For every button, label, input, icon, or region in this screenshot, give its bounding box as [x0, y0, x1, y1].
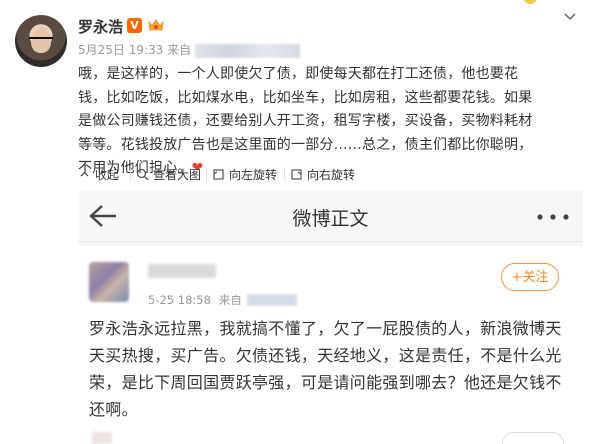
- magnifier-icon: [136, 168, 149, 181]
- card-source-label: 来自: [218, 293, 242, 307]
- avatar-glasses: [29, 37, 53, 45]
- view-large-button[interactable]: 查看大图: [136, 166, 201, 183]
- partial-button: [502, 432, 564, 444]
- post-content: 哦，是这样的，一个人即使欠了债，即使每天都在打工还债，他也要花钱，比如吃饭，比如…: [78, 63, 533, 181]
- post-text: 哦，是这样的，一个人即使欠了债，即使每天都在打工还债，他也要花钱，比如吃饭，比如…: [78, 66, 533, 176]
- blurred-username: [148, 264, 216, 278]
- collapse-icon: [80, 171, 89, 177]
- rotate-left-button[interactable]: 向左旋转: [212, 166, 277, 183]
- post-image[interactable]: 微博正文 5-25 18:58 来自 +关注 罗永浩永远拉黑，我就搞不懂了，欠了…: [78, 191, 583, 444]
- rotate-right-icon: [291, 169, 302, 180]
- screenshot-header: 微博正文: [78, 191, 583, 242]
- verified-badge-icon: V: [127, 18, 142, 33]
- collapse-button[interactable]: 收起: [78, 166, 119, 183]
- card-text: 罗永浩永远拉黑，我就搞不懂了，欠了一屁股债的人，新浪微博天天买热搜，买广告。欠债…: [89, 319, 562, 419]
- toolbar-divider: [206, 169, 207, 181]
- post-meta: 5月25日 19:33 来自: [78, 41, 301, 58]
- weibo-post: 罗永浩 V 5月25日 19:33 来自 哦，是这样的，一个人即使欠了债，即使每…: [0, 0, 595, 444]
- blurred-avatar: [89, 262, 129, 302]
- card-meta: 5-25 18:58 来自: [148, 292, 297, 308]
- avatar[interactable]: [15, 15, 67, 67]
- post-date[interactable]: 5月25日 19:33: [78, 43, 163, 57]
- follow-button: +关注: [501, 263, 559, 291]
- screenshot-title: 微博正文: [292, 208, 369, 230]
- crown-icon[interactable]: [147, 17, 165, 33]
- view-large-label: 查看大图: [153, 168, 202, 182]
- more-dots-icon: [537, 214, 569, 220]
- rotate-left-label: 向左旋转: [229, 168, 278, 182]
- toolbar-divider: [284, 169, 285, 181]
- screenshot-card: 5-25 18:58 来自 +关注 罗永浩永远拉黑，我就搞不懂了，欠了一屁股债的…: [78, 246, 583, 444]
- post-source-label: 来自: [167, 43, 192, 57]
- chevron-down-icon[interactable]: [563, 10, 577, 24]
- toolbar-divider: [130, 169, 131, 181]
- card-source-blurred: [246, 294, 297, 306]
- rotate-right-button[interactable]: 向右旋转: [290, 166, 355, 183]
- collapse-label: 收起: [95, 168, 120, 182]
- card-date: 5-25 18:58: [148, 293, 211, 307]
- emoji-icon: [523, 0, 537, 4]
- post-source-blurred: [195, 43, 301, 58]
- blurred-icon: [92, 432, 112, 444]
- rotate-left-icon: [213, 169, 224, 180]
- rotate-right-label: 向右旋转: [307, 168, 356, 182]
- username[interactable]: 罗永浩: [78, 16, 123, 37]
